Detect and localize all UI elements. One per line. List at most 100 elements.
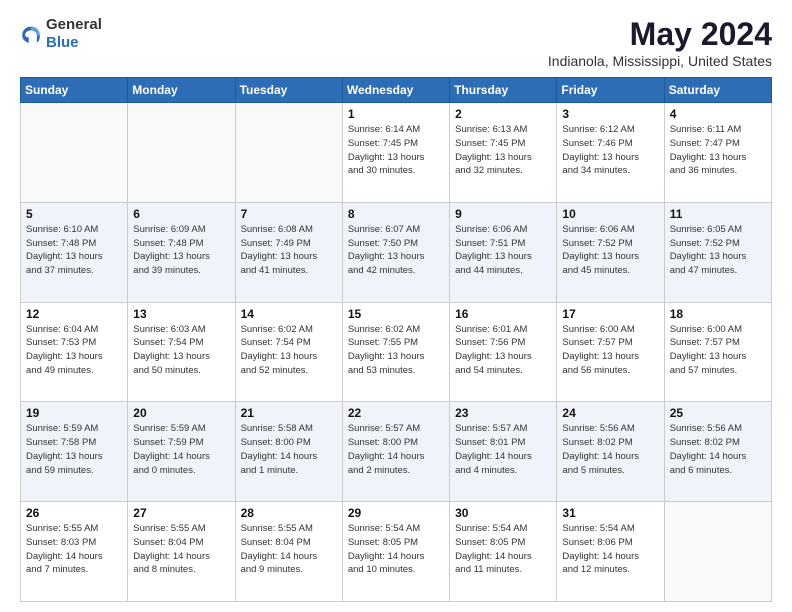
day-info: Sunrise: 6:02 AM Sunset: 7:55 PM Dayligh… [348, 323, 444, 378]
day-info: Sunrise: 6:05 AM Sunset: 7:52 PM Dayligh… [670, 223, 766, 278]
table-row: 15 Sunrise: 6:02 AM Sunset: 7:55 PM Dayli… [342, 302, 449, 402]
table-row: 11 Sunrise: 6:05 AM Sunset: 7:52 PM Dayli… [664, 202, 771, 302]
day-number: 6 [133, 207, 229, 221]
day-number: 17 [562, 307, 658, 321]
day-info: Sunrise: 5:56 AM Sunset: 8:02 PM Dayligh… [670, 422, 766, 477]
day-number: 14 [241, 307, 337, 321]
logo-general: General [46, 16, 102, 33]
day-number: 28 [241, 506, 337, 520]
day-number: 24 [562, 406, 658, 420]
day-number: 3 [562, 107, 658, 121]
table-row: 29Sunrise: 5:54 AM Sunset: 8:05 PM Dayli… [342, 502, 449, 602]
calendar-table: Sunday Monday Tuesday Wednesday Thursday… [20, 77, 772, 602]
table-row: 21 Sunrise: 5:58 AM Sunset: 8:00 PM Dayli… [235, 402, 342, 502]
table-row: 3 Sunrise: 6:12 AM Sunset: 7:46 PM Daylig… [557, 103, 664, 203]
calendar-week-row: 1 Sunrise: 6:14 AM Sunset: 7:45 PM Daylig… [21, 103, 772, 203]
day-info: Sunrise: 6:01 AM Sunset: 7:56 PM Dayligh… [455, 323, 551, 378]
calendar-week-row: 26 Sunrise: 5:55 AM Sunset: 8:03 PM Dayli… [21, 502, 772, 602]
day-number: 30 [455, 506, 551, 520]
day-info: Sunrise: 6:04 AM Sunset: 7:53 PM Dayligh… [26, 323, 122, 378]
day-number: 31 [562, 506, 658, 520]
calendar-header-row: Sunday Monday Tuesday Wednesday Thursday… [21, 78, 772, 103]
calendar-week-row: 19 Sunrise: 5:59 AM Sunset: 7:58 PM Dayli… [21, 402, 772, 502]
day-number: 27 [133, 506, 229, 520]
table-row: 28 Sunrise: 5:55 AM Sunset: 8:04 PM Dayli… [235, 502, 342, 602]
day-number: 5 [26, 207, 122, 221]
logo: General Blue [20, 16, 102, 52]
day-info: Sunrise: 6:08 AM Sunset: 7:49 PM Dayligh… [241, 223, 337, 278]
day-number: 1 [348, 107, 444, 121]
day-number: 18 [670, 307, 766, 321]
day-info: Sunrise: 6:10 AM Sunset: 7:48 PM Dayligh… [26, 223, 122, 278]
table-row [664, 502, 771, 602]
table-row: 30 Sunrise: 5:54 AM Sunset: 8:05 PM Dayli… [450, 502, 557, 602]
table-row [235, 103, 342, 203]
day-info: Sunrise: 6:11 AM Sunset: 7:47 PM Dayligh… [670, 123, 766, 178]
day-info: Sunrise: 5:54 AM Sunset: 8:06 PM Dayligh… [562, 522, 658, 577]
table-row [128, 103, 235, 203]
day-info: Sunrise: 6:06 AM Sunset: 7:51 PM Dayligh… [455, 223, 551, 278]
day-info: Sunrise: 5:58 AM Sunset: 8:00 PM Dayligh… [241, 422, 337, 477]
day-number: 23 [455, 406, 551, 420]
table-row: 10 Sunrise: 6:06 AM Sunset: 7:52 PM Dayli… [557, 202, 664, 302]
table-row: 9 Sunrise: 6:06 AM Sunset: 7:51 PM Daylig… [450, 202, 557, 302]
day-number: 13 [133, 307, 229, 321]
table-row: 1 Sunrise: 6:14 AM Sunset: 7:45 PM Daylig… [342, 103, 449, 203]
table-row: 16 Sunrise: 6:01 AM Sunset: 7:56 PM Dayli… [450, 302, 557, 402]
table-row: 17 Sunrise: 6:00 AM Sunset: 7:57 PM Dayli… [557, 302, 664, 402]
day-number: 8 [348, 207, 444, 221]
table-row [21, 103, 128, 203]
day-info: Sunrise: 6:00 AM Sunset: 7:57 PM Dayligh… [562, 323, 658, 378]
day-info: Sunrise: 5:59 AM Sunset: 7:59 PM Dayligh… [133, 422, 229, 477]
table-row: 4 Sunrise: 6:11 AM Sunset: 7:47 PM Daylig… [664, 103, 771, 203]
table-row: 22 Sunrise: 5:57 AM Sunset: 8:00 PM Dayli… [342, 402, 449, 502]
table-row: 18Sunrise: 6:00 AM Sunset: 7:57 PM Dayli… [664, 302, 771, 402]
day-number: 21 [241, 406, 337, 420]
table-row: 12 Sunrise: 6:04 AM Sunset: 7:53 PM Dayli… [21, 302, 128, 402]
table-row: 20Sunrise: 5:59 AM Sunset: 7:59 PM Dayli… [128, 402, 235, 502]
day-number: 26 [26, 506, 122, 520]
day-info: Sunrise: 6:09 AM Sunset: 7:48 PM Dayligh… [133, 223, 229, 278]
day-info: Sunrise: 5:55 AM Sunset: 8:04 PM Dayligh… [241, 522, 337, 577]
table-row: 14Sunrise: 6:02 AM Sunset: 7:54 PM Dayli… [235, 302, 342, 402]
location: Indianola, Mississippi, United States [548, 53, 772, 69]
day-info: Sunrise: 6:06 AM Sunset: 7:52 PM Dayligh… [562, 223, 658, 278]
table-row: 8Sunrise: 6:07 AM Sunset: 7:50 PM Daylig… [342, 202, 449, 302]
table-row: 23Sunrise: 5:57 AM Sunset: 8:01 PM Dayli… [450, 402, 557, 502]
table-row: 6 Sunrise: 6:09 AM Sunset: 7:48 PM Daylig… [128, 202, 235, 302]
day-number: 19 [26, 406, 122, 420]
day-info: Sunrise: 6:13 AM Sunset: 7:45 PM Dayligh… [455, 123, 551, 178]
day-info: Sunrise: 6:14 AM Sunset: 7:45 PM Dayligh… [348, 123, 444, 178]
table-row: 7 Sunrise: 6:08 AM Sunset: 7:49 PM Daylig… [235, 202, 342, 302]
day-number: 15 [348, 307, 444, 321]
day-number: 25 [670, 406, 766, 420]
day-number: 4 [670, 107, 766, 121]
day-number: 7 [241, 207, 337, 221]
day-info: Sunrise: 5:56 AM Sunset: 8:02 PM Dayligh… [562, 422, 658, 477]
day-number: 16 [455, 307, 551, 321]
day-number: 22 [348, 406, 444, 420]
day-info: Sunrise: 5:57 AM Sunset: 8:00 PM Dayligh… [348, 422, 444, 477]
header-saturday: Saturday [664, 78, 771, 103]
day-number: 11 [670, 207, 766, 221]
page: General Blue May 2024 Indianola, Mississ… [0, 0, 792, 612]
day-info: Sunrise: 5:55 AM Sunset: 8:03 PM Dayligh… [26, 522, 122, 577]
day-info: Sunrise: 6:12 AM Sunset: 7:46 PM Dayligh… [562, 123, 658, 178]
month-title: May 2024 [548, 16, 772, 53]
table-row: 24 Sunrise: 5:56 AM Sunset: 8:02 PM Dayli… [557, 402, 664, 502]
day-info: Sunrise: 5:55 AM Sunset: 8:04 PM Dayligh… [133, 522, 229, 577]
table-row: 25 Sunrise: 5:56 AM Sunset: 8:02 PM Dayli… [664, 402, 771, 502]
day-number: 12 [26, 307, 122, 321]
logo-icon [20, 23, 42, 45]
header: General Blue May 2024 Indianola, Mississ… [20, 16, 772, 69]
logo-blue: Blue [46, 34, 79, 51]
day-info: Sunrise: 5:59 AM Sunset: 7:58 PM Dayligh… [26, 422, 122, 477]
day-number: 2 [455, 107, 551, 121]
calendar-week-row: 5 Sunrise: 6:10 AM Sunset: 7:48 PM Daylig… [21, 202, 772, 302]
day-number: 10 [562, 207, 658, 221]
header-tuesday: Tuesday [235, 78, 342, 103]
header-monday: Monday [128, 78, 235, 103]
table-row: 31 Sunrise: 5:54 AM Sunset: 8:06 PM Dayli… [557, 502, 664, 602]
day-number: 9 [455, 207, 551, 221]
day-info: Sunrise: 5:54 AM Sunset: 8:05 PM Dayligh… [455, 522, 551, 577]
